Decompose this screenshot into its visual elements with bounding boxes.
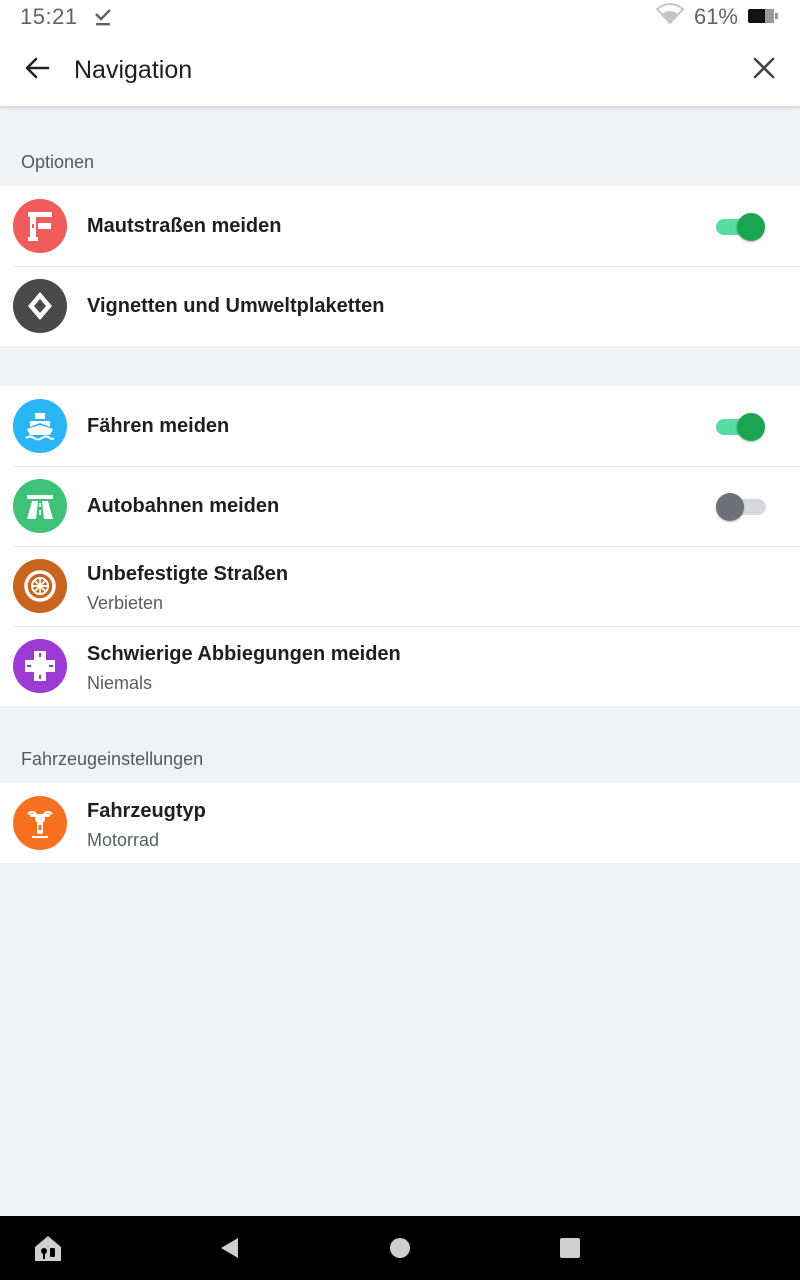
wifi-icon (655, 3, 685, 31)
row-title: Schwierige Abbiegungen meiden (87, 643, 401, 665)
toggle-avoid-toll-roads[interactable] (716, 213, 765, 241)
row-title: Unbefestigte Straßen (87, 563, 289, 585)
list-item-vignettes[interactable]: Vignetten und Umweltplaketten (0, 266, 800, 346)
list-item-vehicle-type[interactable]: Fahrzeugtyp Motorrad (0, 783, 800, 863)
intersection-icon (13, 639, 67, 693)
status-bar: 15:21 61% (0, 0, 800, 34)
back-triangle-icon[interactable] (213, 1232, 245, 1264)
battery-percent: 61% (693, 4, 738, 29)
system-nav-bar (0, 1216, 800, 1280)
list-item-avoid-ferries[interactable]: Fähren meiden (0, 386, 800, 466)
list-item-unpaved-roads[interactable]: Unbefestigte Straßen Verbieten (0, 546, 800, 626)
row-title: Autobahnen meiden (87, 495, 280, 517)
arrow-back-icon (24, 56, 50, 85)
row-title: Mautstraßen meiden (87, 215, 282, 237)
row-subtitle: Motorrad (87, 830, 160, 850)
list-item-avoid-highways[interactable]: Autobahnen meiden (0, 466, 800, 546)
row-title: Vignetten und Umweltplaketten (87, 295, 385, 317)
close-button[interactable] (728, 34, 800, 106)
tire-icon (13, 559, 67, 613)
back-button[interactable] (0, 34, 74, 106)
row-subtitle: Verbieten (87, 593, 164, 613)
highway-icon (13, 479, 67, 533)
toggle-avoid-highways[interactable] (716, 493, 766, 521)
page-title: Navigation (74, 55, 193, 84)
close-icon (753, 57, 775, 84)
home-lock-icon[interactable] (32, 1232, 64, 1264)
toll-barrier-icon (13, 199, 67, 253)
row-title: Fahrzeugtyp (87, 800, 206, 822)
recents-square-icon[interactable] (554, 1232, 586, 1264)
vehicle-settings-group: Fahrzeugtyp Motorrad (0, 783, 800, 863)
options-group-2: Fähren meiden Autobahnen meiden Unbefest… (0, 386, 800, 706)
battery-icon (748, 4, 780, 30)
vignette-diamond-icon (13, 279, 67, 333)
toggle-avoid-ferries[interactable] (716, 413, 765, 441)
download-done-icon (94, 7, 112, 27)
app-bar: Navigation (0, 34, 800, 106)
row-subtitle: Niemals (87, 673, 153, 693)
row-title: Fähren meiden (87, 415, 230, 437)
home-circle-icon[interactable] (384, 1232, 416, 1264)
ferry-icon (13, 399, 67, 453)
status-time: 15:21 (20, 4, 78, 29)
section-label-vehicle: Fahrzeugeinstellungen (21, 749, 204, 769)
motorcycle-icon (13, 796, 67, 850)
section-label-options: Optionen (21, 152, 95, 172)
list-item-avoid-toll-roads[interactable]: Mautstraßen meiden (0, 186, 800, 266)
options-group-1: Mautstraßen meiden Vignetten und Umweltp… (0, 186, 800, 346)
list-item-difficult-turns[interactable]: Schwierige Abbiegungen meiden Niemals (0, 626, 800, 706)
